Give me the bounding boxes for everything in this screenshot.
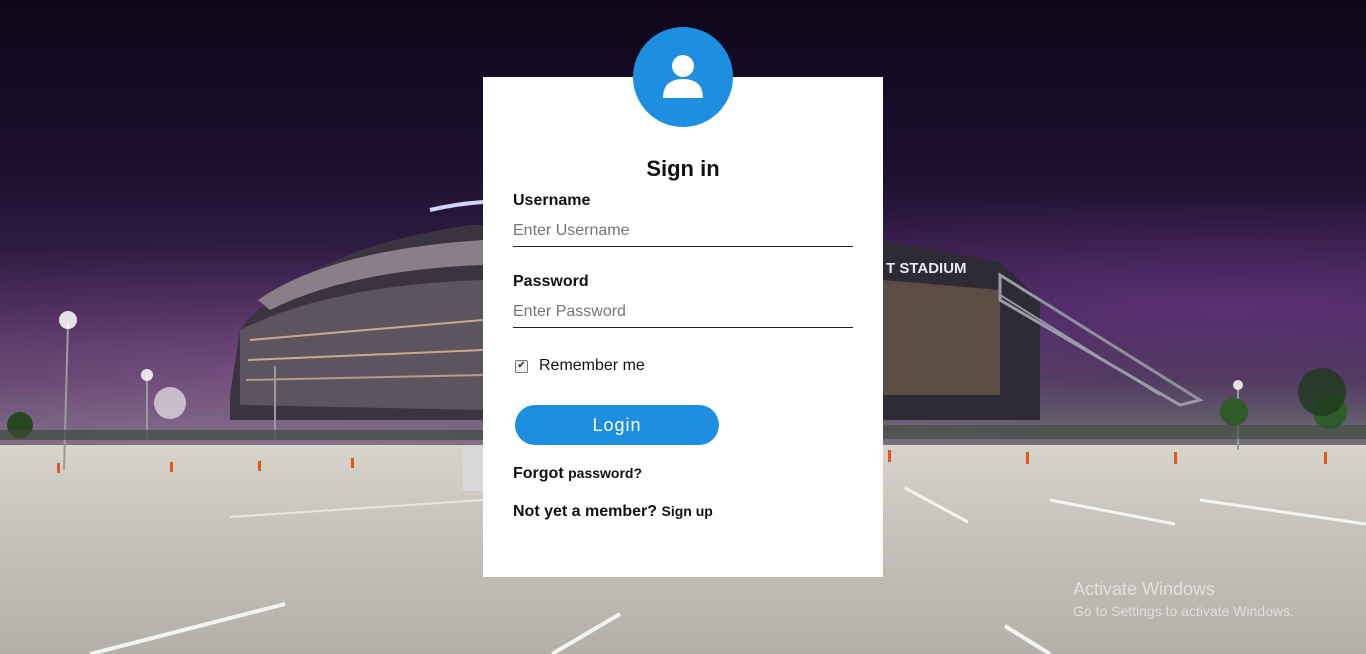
watermark-title: Activate Windows <box>1073 579 1216 599</box>
forgot-password-row: Forgot password? <box>513 465 642 483</box>
login-button[interactable]: Login <box>515 405 719 445</box>
password-label: Password <box>513 273 589 290</box>
watermark-subtitle: Go to Settings to activate Windows. <box>1073 603 1294 619</box>
page-title: Sign in <box>646 156 720 181</box>
password-input[interactable] <box>513 297 853 328</box>
signup-link[interactable]: Sign up <box>662 503 713 519</box>
username-input[interactable] <box>513 216 853 247</box>
stadium-sign: T STADIUM <box>886 260 967 277</box>
remember-me-checkbox[interactable]: ✔ <box>515 359 528 373</box>
signup-row: Not yet a member? Sign up <box>513 503 713 521</box>
remember-me-row: ✔ Remember me <box>515 357 645 375</box>
signup-prefix: Not yet a member? <box>513 503 658 520</box>
checkmark-icon: ✔ <box>517 360 526 371</box>
remember-me-label: Remember me <box>539 357 645 374</box>
forgot-prefix: Forgot <box>513 465 564 482</box>
user-icon <box>663 55 703 98</box>
windows-activation-watermark: Activate Windows Go to Settings to activ… <box>1073 579 1294 619</box>
login-card: Sign in Username Password ✔ Remember me … <box>483 77 883 577</box>
username-label: Username <box>513 192 591 209</box>
avatar <box>633 27 733 127</box>
forgot-password-link[interactable]: password? <box>568 465 642 481</box>
